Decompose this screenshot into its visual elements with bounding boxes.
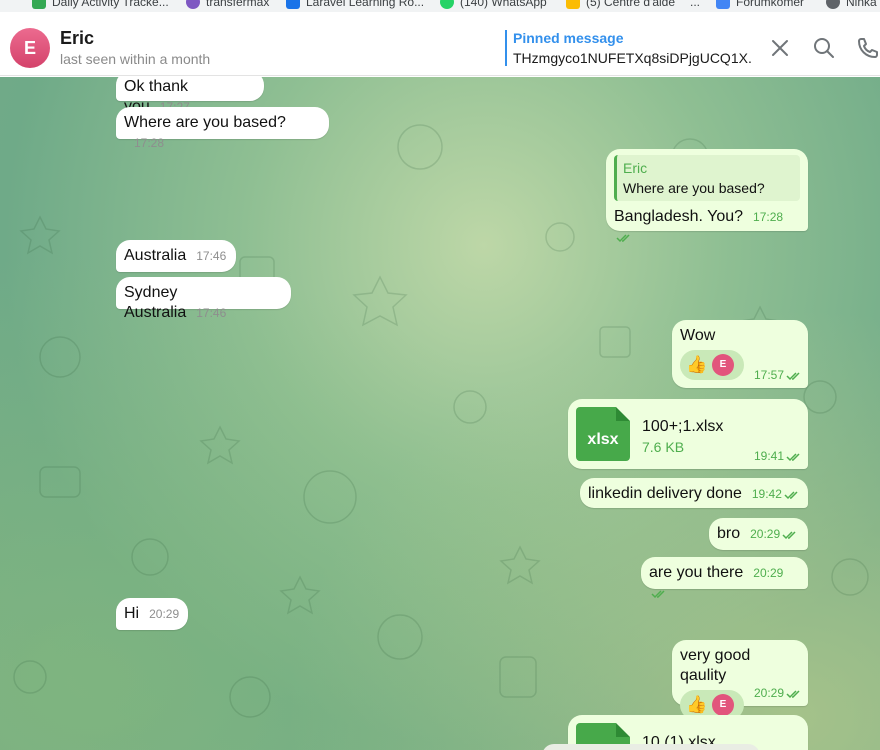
ninka-icon: [826, 0, 840, 9]
double-check-icon: [786, 453, 800, 462]
chat-area[interactable]: Ok thank you17:27 Where are you based?17…: [0, 77, 880, 750]
bookmark-item[interactable]: Forumkomer: [716, 0, 804, 9]
close-icon: [772, 40, 788, 56]
message-time: 20:29: [149, 607, 180, 621]
message-outgoing[interactable]: Wow 👍 E 17:57: [672, 320, 808, 388]
thumbs-up-icon[interactable]: 👍: [684, 355, 710, 375]
message-incoming[interactable]: Sydney Australia 17:46: [116, 277, 291, 321]
peer-status: last seen within a month: [60, 51, 211, 67]
peer-name[interactable]: Eric: [60, 28, 94, 49]
bookmark-more[interactable]: ...: [690, 0, 700, 9]
message-outgoing[interactable]: are you there 20:29: [641, 557, 808, 599]
forum-icon: [716, 0, 730, 9]
phone-icon: [858, 38, 878, 58]
message-outgoing[interactable]: very good qaulity 👍 E 20:29: [672, 640, 808, 720]
bookmark-item[interactable]: transfermax: [186, 0, 269, 9]
thumbs-up-icon[interactable]: 👍: [684, 695, 710, 715]
message-incoming[interactable]: Australia 17:46: [116, 240, 236, 272]
bookmarks-bar: Daily Activity Tracke... transfermax Lar…: [0, 0, 880, 12]
reactor-avatar: E: [712, 354, 734, 376]
pinned-message[interactable]: Pinned message THzmgyco1NUFETXq8siDPjgUC…: [505, 30, 753, 66]
double-check-icon: [786, 372, 800, 381]
laravel-icon: [286, 0, 300, 9]
file-name[interactable]: 100+;1.xlsx: [642, 417, 723, 437]
message-time: 17:28: [753, 210, 784, 224]
search-button[interactable]: [812, 36, 836, 60]
message-outgoing[interactable]: Eric Where are you based? Bangladesh. Yo…: [606, 149, 808, 243]
double-check-icon: [616, 234, 630, 243]
message-outgoing[interactable]: bro 20:29: [709, 518, 808, 550]
bookmark-item[interactable]: (5) Centre d'aide: [566, 0, 675, 9]
reactions[interactable]: 👍 E: [680, 350, 744, 380]
double-check-icon: [782, 531, 796, 540]
bookmark-item[interactable]: Daily Activity Tracke...: [32, 0, 169, 9]
message-incoming[interactable]: Ok thank you17:27: [116, 77, 264, 115]
message-time: 19:41: [753, 449, 784, 463]
message-time: 17:28: [134, 136, 165, 150]
message-time: 20:29: [753, 686, 784, 700]
bookmark-item[interactable]: (140) WhatsApp: [440, 0, 547, 9]
pinned-text: THzmgyco1NUFETXq8siDPjgUCQ1X...: [513, 50, 753, 66]
file-size: 7.6 KB: [642, 439, 685, 455]
message-time: 17:46: [196, 306, 227, 320]
close-pinned-button[interactable]: [768, 36, 792, 60]
transfermax-icon: [186, 0, 200, 9]
message-time: 20:29: [750, 527, 781, 541]
file-message[interactable]: xlsx 100+;1.xlsx 7.6 KB 19:41: [568, 399, 808, 469]
double-check-icon: [651, 590, 665, 599]
message-incoming[interactable]: Hi 20:29: [116, 598, 188, 630]
double-check-icon: [784, 491, 798, 500]
bookmark-item[interactable]: Laravel Learning Ro...: [286, 0, 424, 9]
call-button[interactable]: [856, 36, 880, 60]
reactor-avatar: E: [712, 694, 734, 716]
help-center-icon: [566, 0, 580, 9]
message-time: 17:46: [196, 249, 227, 263]
message-time: 20:29: [753, 566, 784, 580]
scroll-to-bottom-bar[interactable]: [542, 744, 760, 750]
sheets-icon: [32, 0, 46, 9]
message-incoming[interactable]: Where are you based?17:28: [116, 107, 329, 150]
pinned-title: Pinned message: [513, 30, 624, 46]
reply-quote[interactable]: Eric Where are you based?: [614, 155, 800, 201]
double-check-icon: [786, 690, 800, 699]
avatar[interactable]: E: [10, 28, 50, 68]
search-icon: [814, 38, 834, 58]
message-outgoing[interactable]: linkedin delivery done 19:42: [580, 478, 808, 508]
chat-header: E Eric last seen within a month Pinned m…: [0, 12, 880, 76]
xlsx-file-icon[interactable]: xlsx: [576, 407, 630, 461]
bookmark-item[interactable]: Ninka: [826, 0, 877, 9]
message-time: 19:42: [751, 487, 782, 501]
message-time: 17:57: [753, 368, 784, 382]
whatsapp-icon: [440, 0, 454, 9]
